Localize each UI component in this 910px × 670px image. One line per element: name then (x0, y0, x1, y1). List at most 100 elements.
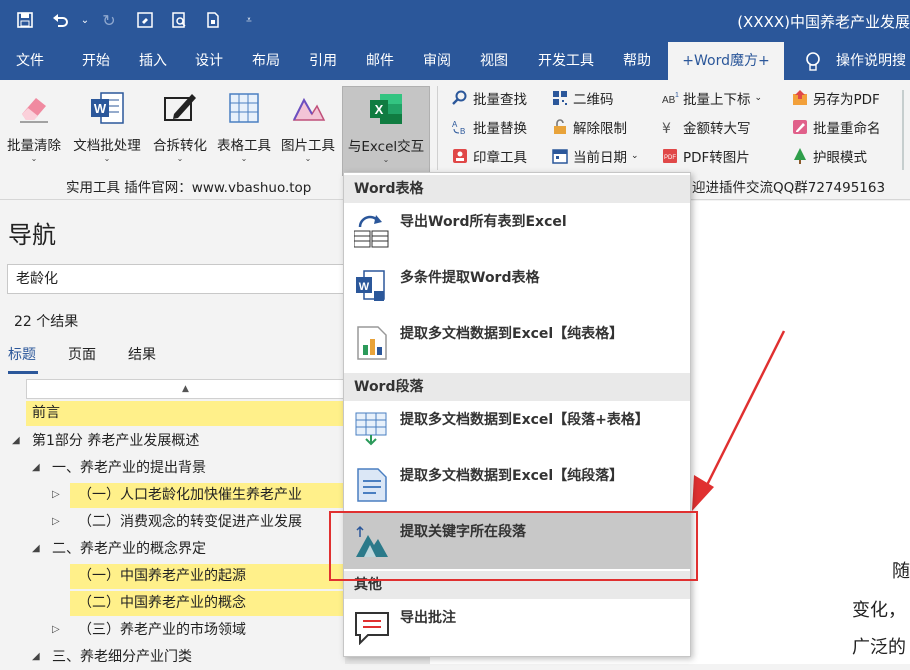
undo-dropdown-icon[interactable]: ⌄ (74, 9, 96, 31)
batch-replace-label: 批量替换 (473, 121, 527, 137)
batch-clear-button[interactable]: 批量清除 ⌄ (2, 86, 66, 168)
word-doc-icon: W (89, 90, 125, 126)
tab-insert[interactable]: 插入 (137, 42, 169, 80)
ribbon-group-label: 实用工具 插件官网：www.vbashuo.top (66, 180, 312, 196)
qq-group-label: 迎进插件交流QQ群727495163 (692, 180, 886, 196)
multi-condition-extract-item[interactable]: W 多条件提取Word表格 (344, 259, 690, 315)
replace-icon: AB (452, 119, 468, 136)
export-table-icon (353, 213, 390, 249)
extract-paragraph-table-item[interactable]: 提取多文档数据到Excel【段落+表格】 (344, 401, 690, 457)
extract-pure-table-item[interactable]: 提取多文档数据到Excel【纯表格】 (344, 315, 690, 371)
nav-heading[interactable]: 一、养老产业的提出背景 (52, 456, 206, 481)
redo-icon[interactable]: ↻ (98, 9, 120, 31)
comment-icon (354, 609, 390, 646)
stamp-icon (452, 148, 468, 164)
print-preview-icon[interactable] (168, 9, 190, 31)
nav-tab-results[interactable]: 结果 (128, 344, 156, 364)
export-comments-item[interactable]: 导出批注 (344, 599, 690, 655)
new-doc-icon[interactable] (202, 9, 224, 31)
doc-batch-button[interactable]: W 文档批处理 ⌄ (68, 86, 146, 168)
undo-icon[interactable] (50, 9, 72, 31)
stamp-tool-button[interactable]: 印章工具 (452, 145, 527, 167)
save-icon[interactable] (14, 9, 36, 31)
batch-superscript-button[interactable]: AB 1 批量上下标 ⌄ (662, 87, 762, 109)
batch-find-button[interactable]: 批量查找 (452, 87, 527, 109)
table-icon (226, 90, 262, 126)
menu-section-header: Word表格 (344, 175, 690, 203)
svg-text:A: A (452, 120, 458, 129)
collapse-icon[interactable]: ◢ (12, 435, 20, 446)
pdf-save-icon (792, 90, 808, 106)
nav-tab-headings[interactable]: 标题 (8, 344, 36, 364)
document-text-line: 变化， (852, 600, 906, 621)
tab-developer[interactable]: 开发工具 (534, 42, 598, 80)
eraser-icon (16, 90, 52, 126)
merge-split-button[interactable]: 合拆转化 ⌄ (148, 86, 212, 168)
nav-heading[interactable]: 二、养老产业的概念界定 (52, 537, 206, 562)
save-as-pdf-button[interactable]: 另存为PDF (792, 87, 880, 109)
annotation-arrow (692, 330, 786, 511)
batch-rename-button[interactable]: 批量重命名 (792, 116, 881, 138)
document-text-line: 随 (892, 561, 910, 582)
nav-heading[interactable]: （二）消费观念的转变促进产业发展 (78, 510, 302, 535)
tell-me-search[interactable]: 操作说明搜 (836, 42, 910, 80)
table-tools-button[interactable]: 表格工具 ⌄ (212, 86, 276, 168)
expand-icon[interactable]: ▷ (52, 624, 60, 635)
tab-file[interactable]: 文件 (14, 42, 46, 80)
svg-text:W: W (359, 281, 370, 293)
svg-text:PDF: PDF (664, 155, 676, 161)
nav-heading[interactable]: （一）中国养老产业的起源 (70, 564, 345, 589)
navigation-pane: 导航 老龄化 22 个结果 标题 页面 结果 ▲ 前言 ◢ 第1部分 养老产业发… (0, 201, 345, 665)
pdf-to-image-label: PDF转图片 (683, 150, 750, 166)
title-bar: ⌄ ↻ ⩡ (XXXX)中国养老产业发展 (0, 0, 910, 42)
unlock-icon (552, 119, 568, 135)
chart-doc-icon (354, 325, 390, 361)
pdf-to-image-button[interactable]: PDF PDF转图片 (662, 145, 750, 167)
nav-heading[interactable]: 第1部分 养老产业发展概述 (32, 429, 199, 454)
save-as-icon[interactable] (134, 9, 156, 31)
chevron-down-icon: ⌄ (631, 151, 639, 161)
extract-pure-paragraph-item[interactable]: 提取多文档数据到Excel【纯段落】 (344, 457, 690, 513)
expand-icon[interactable]: ▷ (52, 516, 60, 527)
calendar-icon (552, 148, 568, 164)
nav-heading[interactable]: 三、养老细分产业门类 (52, 645, 192, 670)
amount-uppercase-button[interactable]: ¥ 金额转大写 (662, 116, 751, 138)
word-extract-icon: W (354, 269, 390, 305)
chevron-down-icon: ⌄ (382, 155, 390, 164)
nav-heading[interactable]: （二）中国养老产业的概念 (70, 591, 345, 616)
chevron-down-icon: ⌄ (754, 93, 763, 103)
unlock-label: 解除限制 (573, 121, 627, 137)
tab-word-mofang[interactable]: +Word魔方+ (668, 42, 784, 80)
qrcode-button[interactable]: 二维码 (552, 87, 614, 109)
scroll-up-button[interactable]: ▲ (26, 379, 345, 399)
customize-icon[interactable]: ⩡ (238, 9, 260, 31)
collapse-icon[interactable]: ◢ (32, 651, 40, 662)
tab-home[interactable]: 开始 (80, 42, 112, 80)
tab-references[interactable]: 引用 (307, 42, 339, 80)
tab-review[interactable]: 审阅 (421, 42, 453, 80)
ribbon-tabs: 文件 开始 插入 设计 布局 引用 邮件 审阅 视图 开发工具 帮助 +Word… (0, 42, 910, 80)
tab-design[interactable]: 设计 (193, 42, 225, 80)
excel-interact-button[interactable]: X 与Excel交互 ⌄ (342, 86, 430, 176)
nav-search-input[interactable]: 老龄化 (7, 264, 345, 294)
unlock-button[interactable]: 解除限制 (552, 116, 627, 138)
eye-care-mode-button[interactable]: 护眼模式 (792, 145, 867, 167)
image-tools-button[interactable]: 图片工具 ⌄ (276, 86, 340, 168)
svg-text:W: W (94, 101, 107, 116)
collapse-icon[interactable]: ◢ (32, 462, 40, 473)
expand-icon[interactable]: ▷ (52, 489, 60, 500)
tab-layout[interactable]: 布局 (250, 42, 282, 80)
collapse-icon[interactable]: ◢ (32, 543, 40, 554)
document-text-line: 广泛的 (852, 637, 906, 658)
nav-heading[interactable]: （一）人口老龄化加快催生养老产业 (70, 483, 345, 508)
tab-help[interactable]: 帮助 (621, 42, 653, 80)
nav-tab-pages[interactable]: 页面 (68, 344, 96, 364)
export-all-tables-item[interactable]: 导出Word所有表到Excel (344, 203, 690, 259)
tab-view[interactable]: 视图 (478, 42, 510, 80)
nav-heading[interactable]: 前言 (26, 401, 345, 426)
current-date-button[interactable]: 当前日期 ⌄ (552, 145, 639, 167)
batch-replace-button[interactable]: AB 批量替换 (452, 116, 527, 138)
nav-heading[interactable]: （三）养老产业的市场领域 (78, 618, 246, 643)
stamp-tool-label: 印章工具 (473, 150, 527, 166)
tab-mailings[interactable]: 邮件 (364, 42, 396, 80)
